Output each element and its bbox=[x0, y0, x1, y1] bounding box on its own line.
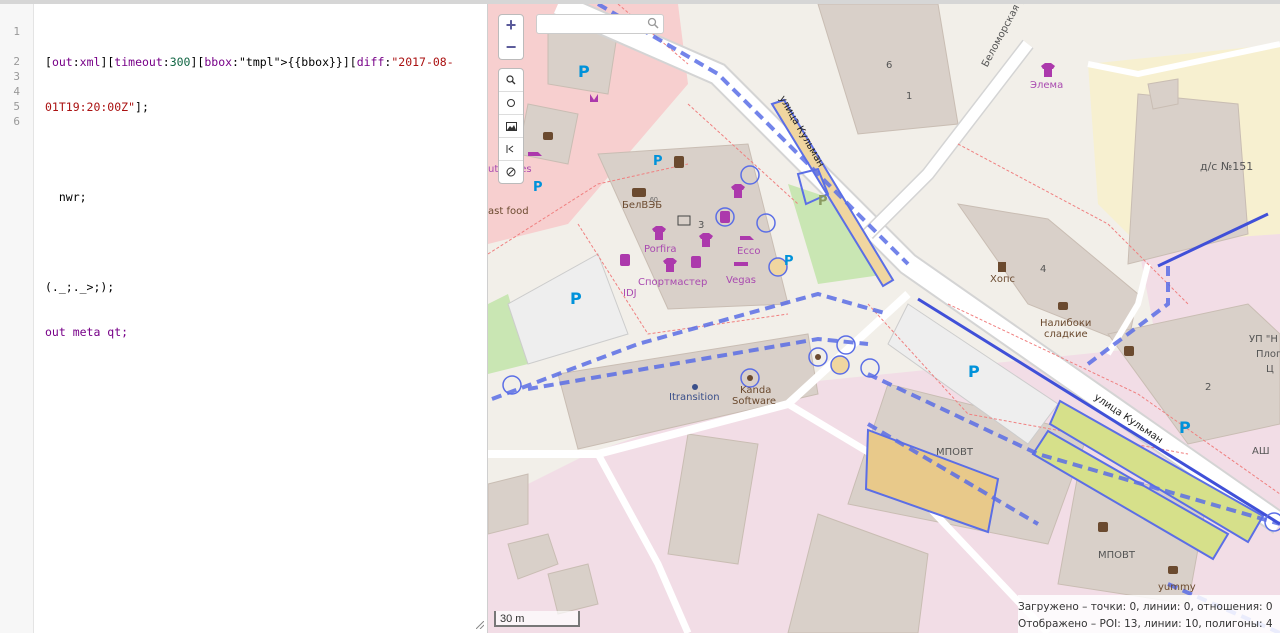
poi-label: БелВЭБ bbox=[622, 200, 663, 211]
circle-icon[interactable] bbox=[499, 92, 523, 115]
map-tiles: 60 bbox=[488, 4, 1280, 633]
parking-icon: P bbox=[1179, 418, 1191, 437]
poi-label: Porfira bbox=[644, 244, 677, 255]
poi-label: УП "Н bbox=[1249, 334, 1278, 345]
line-number: 5 bbox=[13, 100, 20, 113]
resize-handle-icon[interactable] bbox=[476, 621, 484, 629]
code-line[interactable]: 01T19:20:00Z"]; bbox=[45, 100, 465, 115]
bicycle-parking-icon: P bbox=[533, 180, 543, 195]
search-icon[interactable] bbox=[499, 69, 523, 92]
map-search-input[interactable] bbox=[541, 16, 645, 34]
building-label: АШ bbox=[1252, 446, 1270, 457]
code-line[interactable]: out meta qt; bbox=[45, 325, 465, 340]
line-number: 1 bbox=[13, 25, 20, 38]
zoom-out-button[interactable]: − bbox=[498, 37, 524, 60]
cancel-icon[interactable] bbox=[499, 161, 523, 183]
poi-label: Ecco bbox=[737, 246, 761, 257]
map-search-box[interactable] bbox=[536, 14, 664, 34]
code-line-1-continued-text: 01T19:20:00Z"]; bbox=[45, 100, 149, 114]
code-line-1-text: [out:xml][timeout:300][bbox:"tmpl">{{bbo… bbox=[45, 55, 454, 69]
line-number: 6 bbox=[13, 115, 20, 128]
search-icon[interactable] bbox=[647, 17, 659, 29]
poi-label: Kanda bbox=[740, 385, 772, 396]
map-toolbar bbox=[498, 68, 524, 184]
parking-icon: P bbox=[968, 362, 980, 381]
parking-icon: P bbox=[818, 194, 828, 209]
code-line[interactable]: [out:xml][timeout:300][bbox:"tmpl">{{bbo… bbox=[45, 55, 465, 70]
building-label: МПОВТ bbox=[1098, 550, 1135, 561]
stats-shown: Отображено – POI: 13, линии: 10, полигон… bbox=[1018, 618, 1273, 630]
code-editor[interactable]: 1 2 3 4 5 6 [out:xml][timeout:300][bbox:… bbox=[0, 4, 488, 633]
poi-label: Itransition bbox=[669, 392, 720, 403]
poi-label: Спортмастер bbox=[638, 277, 708, 288]
bicycle-parking-icon: P bbox=[653, 154, 663, 169]
poi-label: IDJ bbox=[623, 288, 637, 299]
poi-label: yummy bbox=[1158, 582, 1196, 593]
code-line[interactable]: (._;._>;); bbox=[45, 280, 465, 295]
scale-bar: 30 m bbox=[494, 611, 580, 627]
line-number: 4 bbox=[13, 85, 20, 98]
poi-label: Ц bbox=[1266, 364, 1274, 375]
code-content[interactable]: [out:xml][timeout:300][bbox:"tmpl">{{bbo… bbox=[45, 25, 465, 370]
building-label: д/с №151 bbox=[1200, 160, 1254, 173]
line-number: 3 bbox=[13, 70, 20, 83]
poi-label: Software bbox=[732, 396, 777, 407]
house-number: 3 bbox=[698, 220, 705, 231]
stats-loaded: Загружено – точки: 0, линии: 0, отношени… bbox=[1018, 601, 1273, 613]
map-view[interactable]: 60 Беломорская у улица Кульман улица Кул… bbox=[488, 4, 1280, 633]
poi-label: Vegas bbox=[726, 275, 756, 286]
poi-label: Налибоки bbox=[1040, 318, 1092, 329]
first-icon[interactable] bbox=[499, 138, 523, 161]
poi-label: Плог bbox=[1256, 349, 1280, 360]
image-icon[interactable] bbox=[499, 115, 523, 138]
line-number-gutter: 1 2 3 4 5 6 bbox=[0, 4, 34, 633]
house-number: 4 bbox=[1040, 264, 1047, 275]
house-number: 1 bbox=[906, 91, 913, 102]
code-line[interactable] bbox=[45, 145, 465, 160]
stats-panel: Загружено – точки: 0, линии: 0, отношени… bbox=[1018, 595, 1280, 633]
code-line[interactable]: nwr; bbox=[45, 190, 465, 205]
house-number: 6 bbox=[886, 60, 893, 71]
house-number: 2 bbox=[1205, 382, 1212, 393]
parking-icon: P bbox=[570, 289, 582, 308]
poi-label: Хопс bbox=[990, 274, 1016, 285]
line-number: 2 bbox=[13, 55, 20, 68]
zoom-in-button[interactable]: + bbox=[498, 14, 524, 38]
code-line[interactable] bbox=[45, 235, 465, 250]
poi-label: Элема bbox=[1030, 80, 1064, 91]
poi-label: сладкие bbox=[1044, 329, 1088, 340]
poi-label: ast food bbox=[488, 206, 529, 217]
bicycle-parking-icon: P bbox=[784, 254, 794, 269]
building-label: МПОВТ bbox=[936, 447, 973, 458]
parking-icon: P bbox=[578, 62, 590, 81]
